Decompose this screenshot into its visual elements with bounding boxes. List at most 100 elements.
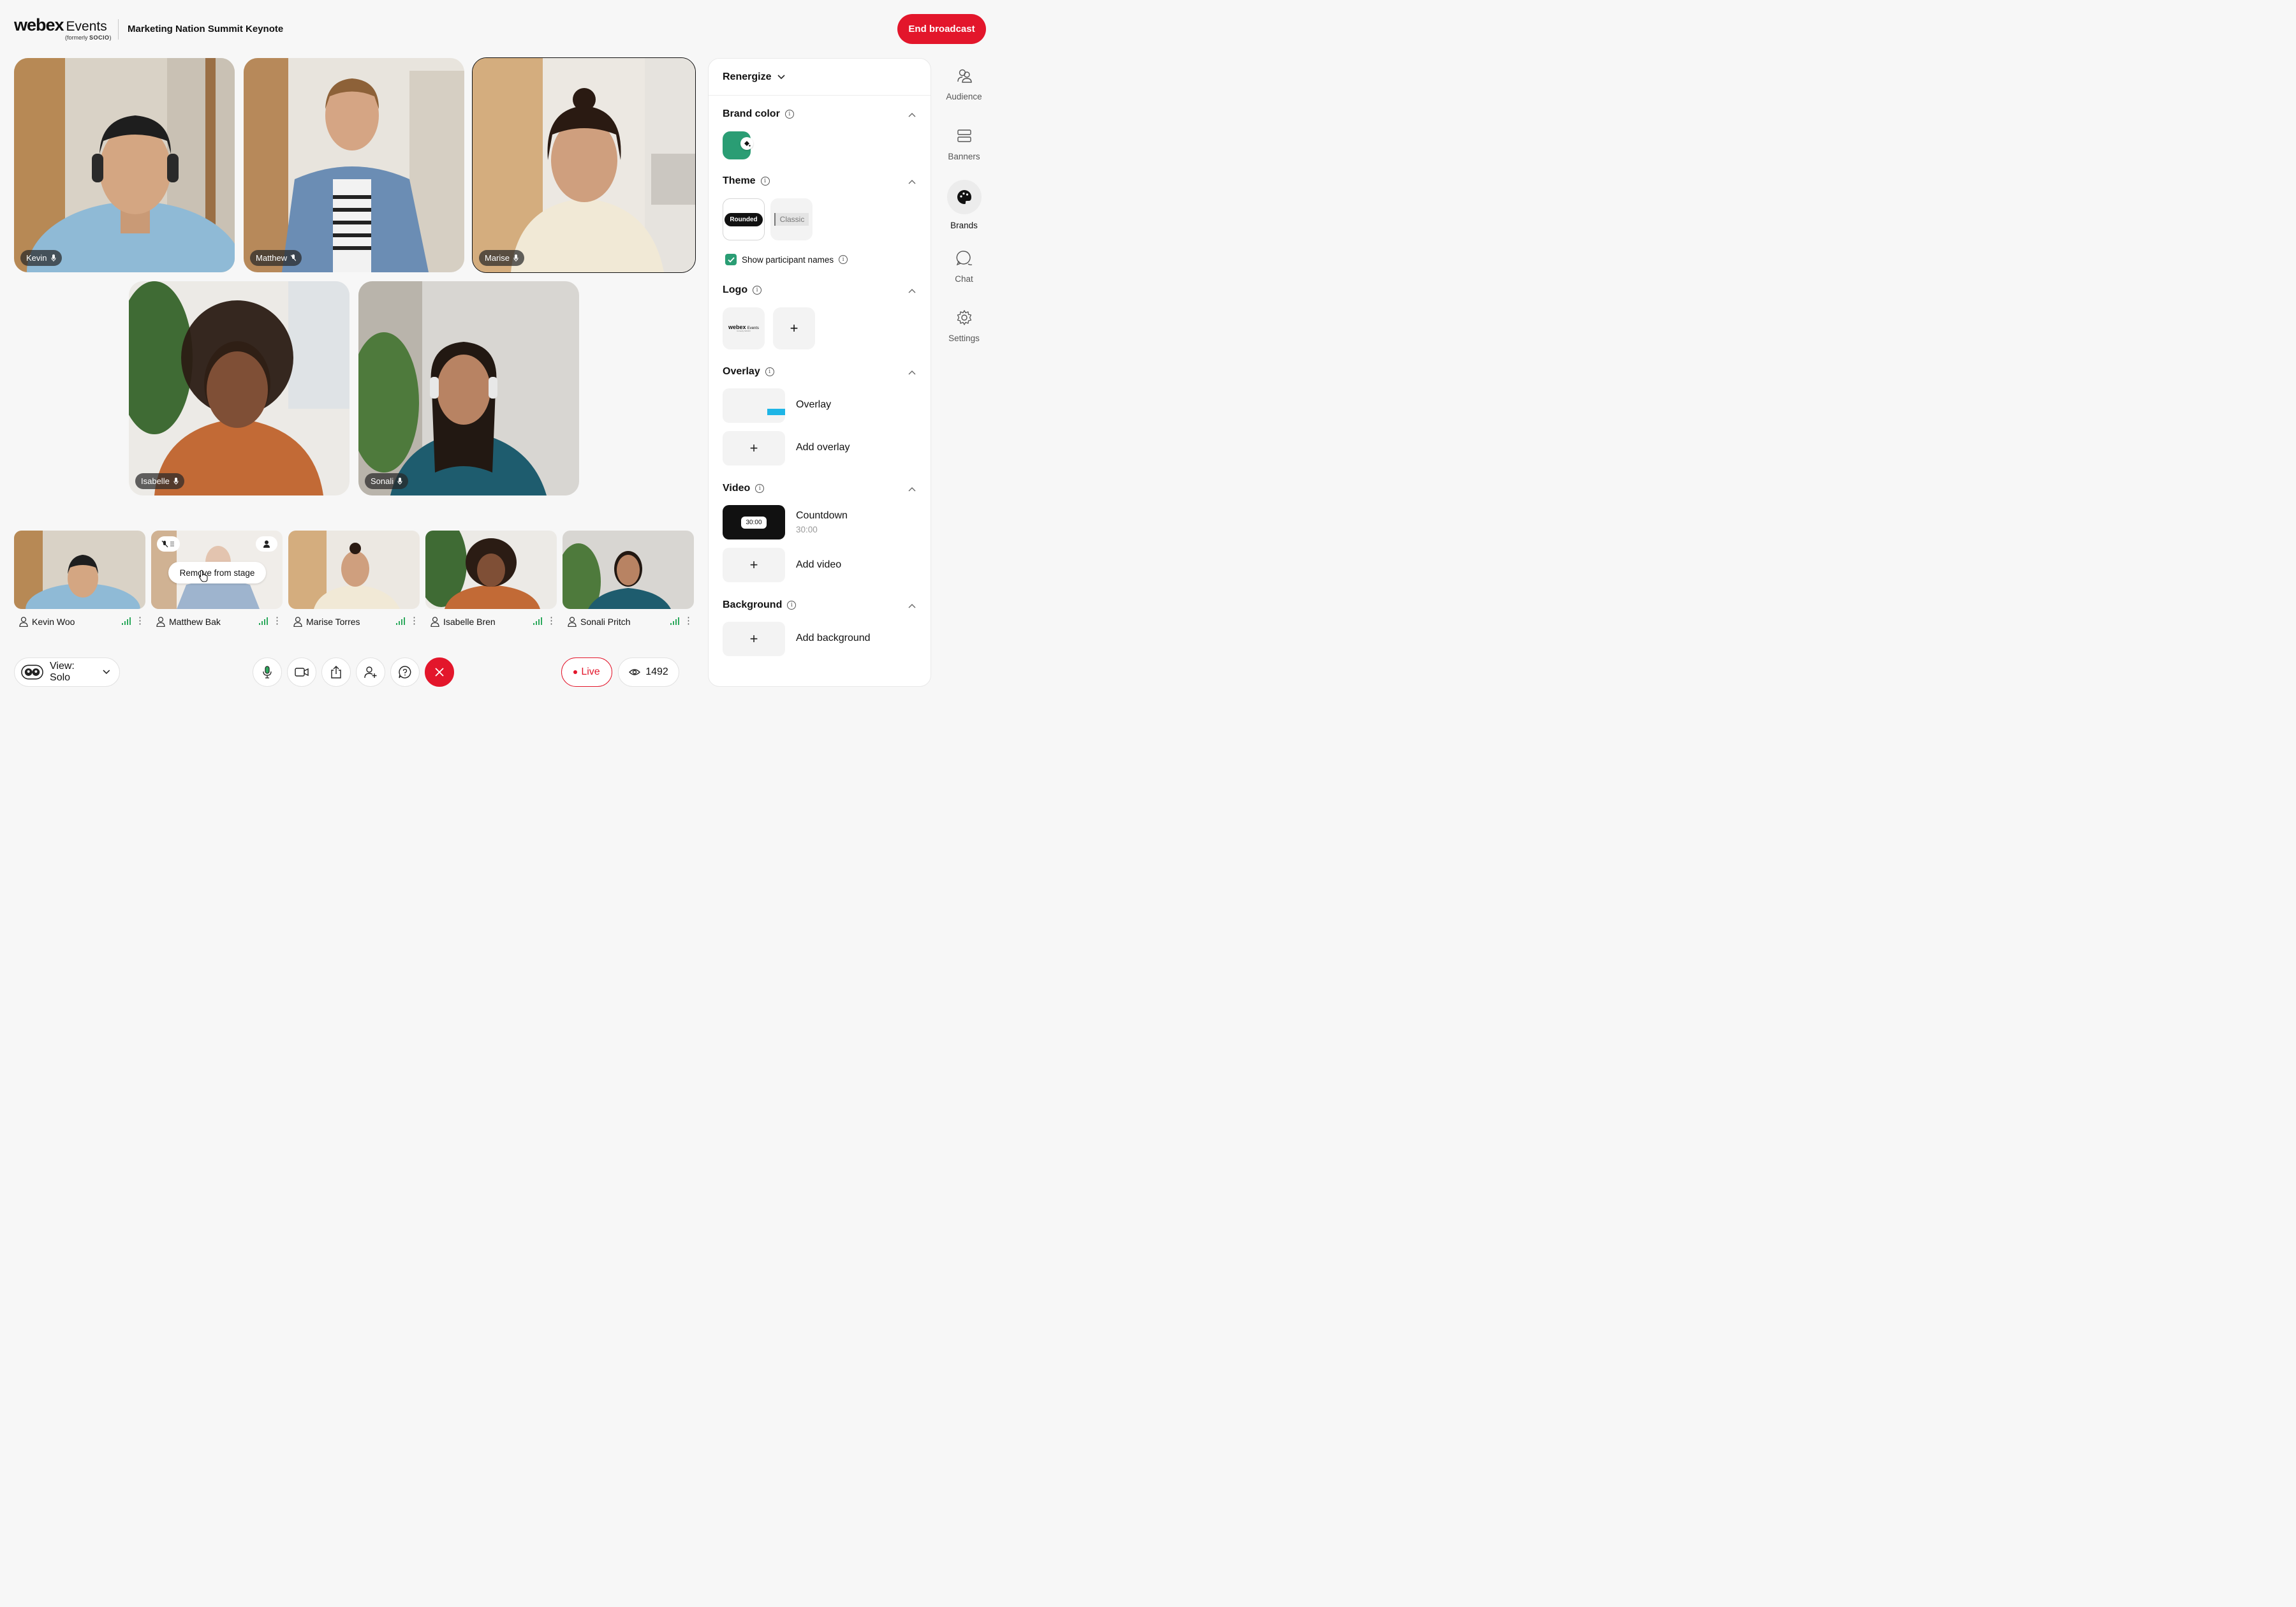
view-label: View: Solo	[50, 661, 75, 683]
signal-strength-icon	[533, 617, 542, 625]
chevron-up-icon[interactable]	[908, 110, 916, 119]
close-icon	[435, 668, 444, 677]
chevron-up-icon[interactable]	[908, 177, 916, 186]
stage-tile-marise[interactable]: Marise	[472, 57, 696, 273]
add-video-button[interactable]: +	[723, 548, 785, 582]
add-person-icon	[364, 666, 377, 679]
palette-icon	[946, 180, 982, 214]
share-button[interactable]	[321, 657, 351, 687]
person-icon	[430, 617, 439, 627]
info-icon: i	[839, 255, 848, 264]
overlay-thumbnail[interactable]	[723, 388, 785, 423]
brand-color-title: Brand color i	[723, 108, 794, 120]
person-icon	[156, 617, 165, 627]
add-video-label[interactable]: Add video	[796, 559, 841, 571]
add-background-button[interactable]: +	[723, 622, 785, 656]
brand-color-swatch[interactable]	[723, 131, 753, 159]
backstage-thumb-sonali-pritch[interactable]	[563, 531, 694, 609]
info-icon: i	[760, 177, 770, 186]
add-participant-button[interactable]	[356, 657, 385, 687]
camera-button[interactable]	[287, 657, 316, 687]
chevron-up-icon[interactable]	[908, 601, 916, 610]
webex-events-logo: webex Events (formerly SOCIO)	[14, 15, 112, 41]
info-icon: i	[765, 367, 774, 376]
overlay-item-label[interactable]: Overlay	[796, 399, 831, 411]
theme-option-rounded[interactable]: Rounded	[723, 198, 765, 240]
chat-icon	[947, 241, 982, 275]
stage-tile-matthew[interactable]: Matthew	[244, 58, 464, 272]
participant-video	[14, 58, 235, 272]
paint-bucket-icon	[740, 137, 753, 150]
overlay-preview-banner	[767, 409, 785, 415]
countdown-label[interactable]: Countdown	[796, 510, 848, 522]
add-background-label[interactable]: Add background	[796, 633, 871, 644]
remove-from-stage-button[interactable]: Remove from stage	[168, 562, 266, 583]
more-options-button[interactable]: ⋮	[135, 616, 145, 626]
brands-panel: Renergize Brand color i Theme i Rounded Cl…	[708, 58, 931, 687]
live-status-button[interactable]: Live	[561, 657, 612, 687]
participant-video	[129, 281, 350, 495]
theme-option-classic[interactable]: Classic	[770, 198, 813, 240]
logo-thumbnail[interactable]: webex Events formerly SOCIO	[723, 307, 765, 349]
participant-name-badge: Marise	[479, 250, 525, 266]
chevron-up-icon[interactable]	[908, 368, 916, 377]
logo-wordmark: webex	[14, 15, 64, 34]
countdown-thumbnail[interactable]: 30:00	[723, 505, 785, 539]
participant-video	[473, 58, 695, 272]
participant-profile-button[interactable]	[256, 536, 277, 552]
rail-banners[interactable]: Banners	[944, 119, 984, 161]
participant-video	[288, 531, 420, 609]
chevron-up-icon[interactable]	[908, 485, 916, 494]
signal-strength-icon	[396, 617, 405, 625]
show-participant-names-row[interactable]: Show participant names i	[725, 254, 848, 265]
backstage-name: Kevin Woo	[19, 615, 75, 629]
participant-video	[563, 531, 694, 609]
backstage-name: Isabelle Bren	[430, 615, 496, 629]
chevron-up-icon[interactable]	[908, 286, 916, 295]
microphone-button[interactable]	[253, 657, 282, 687]
banners-icon	[947, 119, 982, 153]
gear-icon	[947, 300, 982, 335]
theme-title: Theme i	[723, 175, 770, 187]
participant-video	[244, 58, 464, 272]
participant-video	[358, 281, 579, 495]
qa-button[interactable]	[390, 657, 420, 687]
stage-tile-kevin[interactable]: Kevin	[14, 58, 235, 272]
stage-toggle-button[interactable]	[157, 536, 180, 552]
end-broadcast-button[interactable]: End broadcast	[897, 14, 986, 44]
backstage-thumb-kevin-woo[interactable]	[14, 531, 145, 609]
brand-selector[interactable]: Renergize	[709, 59, 931, 96]
layout-icon	[21, 664, 43, 680]
rail-brands[interactable]: Brands	[944, 180, 984, 230]
stage-tile-sonali[interactable]: Sonali	[358, 281, 579, 495]
rail-audience[interactable]: Audience	[944, 59, 984, 101]
participant-name-badge: Kevin	[20, 250, 62, 266]
more-options-button[interactable]: ⋮	[409, 616, 419, 626]
rail-settings[interactable]: Settings	[944, 300, 984, 343]
rail-chat[interactable]: Chat	[944, 241, 984, 284]
hand-cursor-icon	[198, 569, 208, 582]
checkbox-checked[interactable]	[725, 254, 737, 265]
backstage-thumb-marise-torres[interactable]	[288, 531, 420, 609]
add-overlay-label[interactable]: Add overlay	[796, 442, 850, 453]
person-icon	[293, 617, 302, 627]
qa-icon	[399, 666, 411, 679]
stage-tile-isabelle[interactable]: Isabelle	[129, 281, 350, 495]
participant-video	[425, 531, 557, 609]
person-icon	[19, 617, 28, 627]
viewer-count[interactable]: 1492	[618, 657, 679, 687]
add-overlay-button[interactable]: +	[723, 431, 785, 466]
microphone-icon	[263, 666, 272, 679]
participant-name-badge: Matthew	[250, 250, 302, 266]
microphone-icon	[397, 478, 402, 485]
microphone-icon	[51, 254, 56, 261]
add-logo-button[interactable]: +	[773, 307, 815, 349]
view-layout-dropdown[interactable]: View: Solo	[14, 657, 120, 687]
more-options-button[interactable]: ⋮	[272, 616, 282, 626]
leave-button[interactable]	[425, 657, 454, 687]
backstage-name: Marise Torres	[293, 615, 360, 629]
more-options-button[interactable]: ⋮	[547, 616, 556, 626]
backstage-name: Matthew Bak	[156, 615, 221, 629]
more-options-button[interactable]: ⋮	[684, 616, 693, 626]
backstage-thumb-isabelle-bren[interactable]	[425, 531, 557, 609]
